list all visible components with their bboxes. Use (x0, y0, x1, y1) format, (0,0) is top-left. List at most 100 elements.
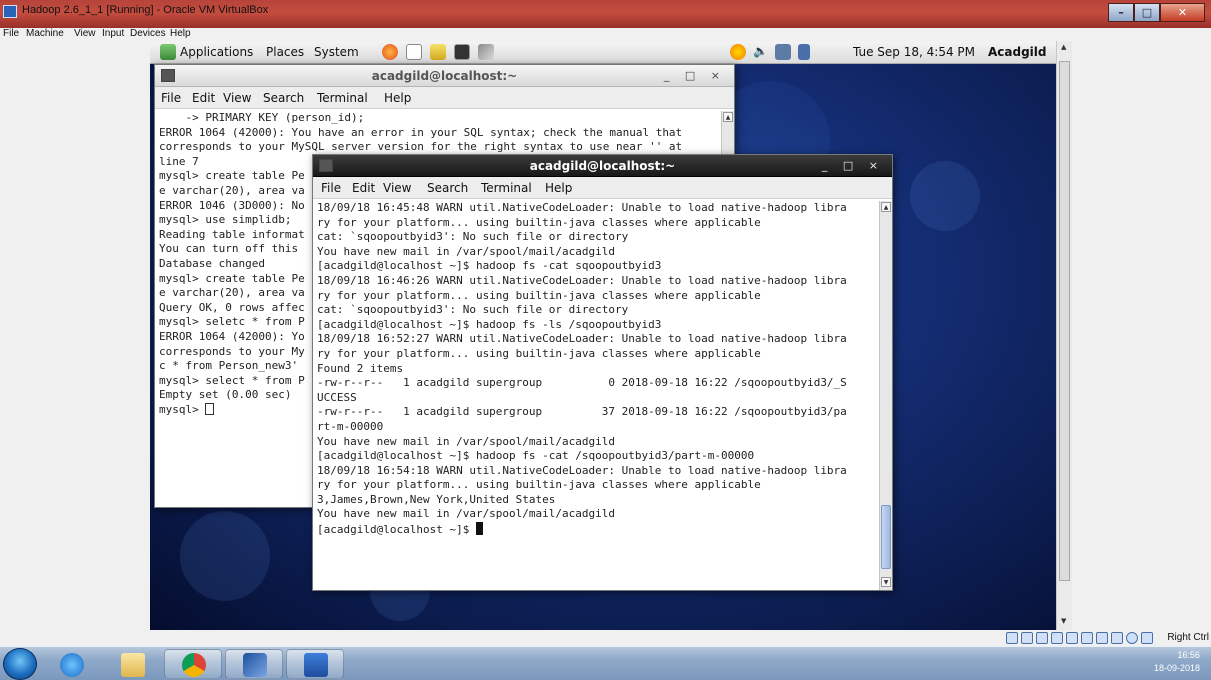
terminal-window-hadoop[interactable]: acadgild@localhost:~ _ □ × File Edit Vie… (312, 154, 893, 591)
menu-edit[interactable]: Edit (352, 181, 375, 195)
tray-time[interactable]: 16:56 (1177, 650, 1200, 660)
menu-terminal[interactable]: Terminal (481, 181, 532, 195)
scrollbar-thumb[interactable] (1059, 61, 1070, 581)
scroll-up-arrow[interactable]: ▲ (881, 202, 891, 212)
menu-view[interactable]: View (383, 181, 411, 195)
scroll-down-arrow[interactable]: ▼ (881, 577, 891, 587)
applications-icon (160, 44, 176, 60)
vm-display-area: Applications Places System 🔈 Tue Sep 18,… (0, 41, 1211, 630)
updates-icon[interactable] (730, 44, 746, 60)
battery-icon[interactable] (798, 44, 810, 60)
terminal-line: [acadgild@localhost ~]$ hadoop fs -ls /s… (317, 317, 662, 331)
places-menu[interactable]: Places (266, 45, 304, 59)
menu-search[interactable]: Search (263, 91, 304, 105)
optical-drive-icon[interactable] (1021, 632, 1033, 644)
terminal-line: [acadgild@localhost ~]$ hadoop fs -cat /… (317, 449, 755, 463)
network-status-icon[interactable] (775, 44, 791, 60)
terminal-title: acadgild@localhost:~ (529, 159, 676, 173)
terminal-line: 18/09/18 16:54:18 WARN util.NativeCodeLo… (317, 463, 847, 477)
terminal-scrollbar[interactable]: ▲ ▼ (879, 201, 892, 590)
applications-menu[interactable]: Applications (180, 45, 253, 59)
display-icon[interactable] (1066, 632, 1078, 644)
host-vertical-scrollbar[interactable]: ▲ ▼ (1056, 41, 1072, 630)
menu-view[interactable]: View (223, 91, 251, 105)
menu-help[interactable]: Help (170, 28, 191, 39)
close-button[interactable]: ✕ (1160, 3, 1205, 22)
host-key-icon[interactable] (1141, 632, 1153, 644)
video-capture-icon[interactable] (1096, 632, 1108, 644)
terminal-line: ry for your platform... using builtin-ja… (317, 478, 761, 492)
window-controls[interactable]: _ □ × (664, 69, 726, 82)
terminal-line: ry for your platform... using builtin-ja… (317, 215, 761, 229)
terminal-line: 18/09/18 16:52:27 WARN util.NativeCodeLo… (317, 332, 847, 346)
terminal-line: -> PRIMARY KEY (person_id); (159, 111, 365, 124)
scrollbar-thumb[interactable] (881, 505, 891, 569)
terminal-line: UCCESS (317, 390, 357, 404)
firefox-icon[interactable] (382, 44, 398, 60)
terminal-launcher-icon[interactable] (454, 44, 470, 60)
terminal-line: -rw-r--r-- 1 acadgild supergroup 0 2018-… (317, 376, 847, 390)
tray-date[interactable]: 18-09-2018 (1154, 663, 1200, 673)
virtualbox-icon (243, 653, 267, 677)
cpu-icon[interactable] (1111, 632, 1123, 644)
terminal-line: ERROR 1064 (42000): You have an error in… (159, 125, 683, 139)
taskbar-word[interactable] (286, 649, 344, 679)
word-icon (304, 653, 328, 677)
terminal-line: 18/09/18 16:46:26 WARN util.NativeCodeLo… (317, 273, 847, 287)
menu-devices[interactable]: Devices (130, 28, 166, 39)
window-controls[interactable]: _ □ × (822, 159, 884, 172)
virtualbox-icon (3, 5, 17, 18)
terminal-titlebar[interactable]: acadgild@localhost:~ _ □ × (313, 155, 892, 177)
screenshot-icon[interactable] (478, 44, 494, 60)
taskbar-ie[interactable] (42, 649, 100, 679)
terminal-line: -rw-r--r-- 1 acadgild supergroup 37 2018… (317, 405, 847, 419)
taskbar-explorer[interactable] (103, 649, 161, 679)
usb-icon[interactable] (1036, 632, 1048, 644)
terminal-line: [acadgild@localhost ~]$ hadoop fs -cat s… (317, 259, 662, 273)
system-menu[interactable]: System (314, 45, 359, 59)
notes-icon[interactable] (430, 44, 446, 60)
terminal-line: [acadgild@localhost ~]$ (317, 522, 880, 538)
maximize-button[interactable]: □ (1134, 3, 1160, 22)
menu-help[interactable]: Help (545, 181, 572, 195)
mouse-integration-icon[interactable] (1126, 632, 1138, 644)
menu-search[interactable]: Search (427, 181, 468, 195)
terminal-line: You have new mail in /var/spool/mail/aca… (317, 434, 616, 448)
scroll-up-arrow[interactable]: ▲ (723, 112, 733, 122)
vbox-titlebar[interactable]: Hadoop 2.6_1_1 [Running] - Oracle VM Vir… (0, 0, 1211, 28)
minimize-button[interactable]: – (1108, 3, 1134, 22)
network-icon[interactable] (406, 44, 422, 60)
folder-icon (121, 653, 145, 677)
user-menu[interactable]: Acadgild (988, 45, 1047, 59)
internet-explorer-icon (60, 653, 84, 677)
menu-input[interactable]: Input (102, 28, 124, 39)
volume-icon[interactable]: 🔈 (753, 44, 769, 60)
scroll-down-arrow[interactable]: ▼ (1061, 617, 1066, 625)
menu-view[interactable]: View (74, 28, 96, 39)
terminal-output[interactable]: 18/09/18 16:45:48 WARN util.NativeCodeLo… (317, 201, 880, 591)
start-button[interactable] (3, 648, 37, 680)
terminal-line: cat: `sqoopoutbyid3': No such file or di… (317, 303, 629, 317)
shared-folders-icon[interactable] (1051, 632, 1063, 644)
menu-help[interactable]: Help (384, 91, 411, 105)
menu-file[interactable]: File (161, 91, 181, 105)
clock[interactable]: Tue Sep 18, 4:54 PM (853, 45, 975, 59)
terminal-line: corresponds to your MySQL server version… (159, 140, 683, 154)
menu-file[interactable]: File (3, 28, 19, 39)
harddisk-icon[interactable] (1006, 632, 1018, 644)
terminal-line: 3,James,Brown,New York,United States (317, 492, 556, 506)
menu-edit[interactable]: Edit (192, 91, 215, 105)
terminal-line: You have new mail in /var/spool/mail/aca… (317, 507, 616, 521)
network-adapter-icon[interactable] (1081, 632, 1093, 644)
vbox-menubar: File Machine View Input Devices Help (0, 28, 1211, 41)
terminal-menubar: File Edit View Search Terminal Help (313, 177, 892, 199)
scroll-up-arrow[interactable]: ▲ (1061, 43, 1066, 51)
menu-terminal[interactable]: Terminal (317, 91, 368, 105)
guest-desktop[interactable]: Applications Places System 🔈 Tue Sep 18,… (150, 41, 1056, 630)
terminal-titlebar[interactable]: acadgild@localhost:~ _ □ × (155, 65, 734, 87)
host-key-label: Right Ctrl (1167, 632, 1209, 643)
taskbar-chrome[interactable] (164, 649, 222, 679)
menu-file[interactable]: File (321, 181, 341, 195)
menu-machine[interactable]: Machine (26, 28, 64, 39)
taskbar-virtualbox[interactable] (225, 649, 283, 679)
